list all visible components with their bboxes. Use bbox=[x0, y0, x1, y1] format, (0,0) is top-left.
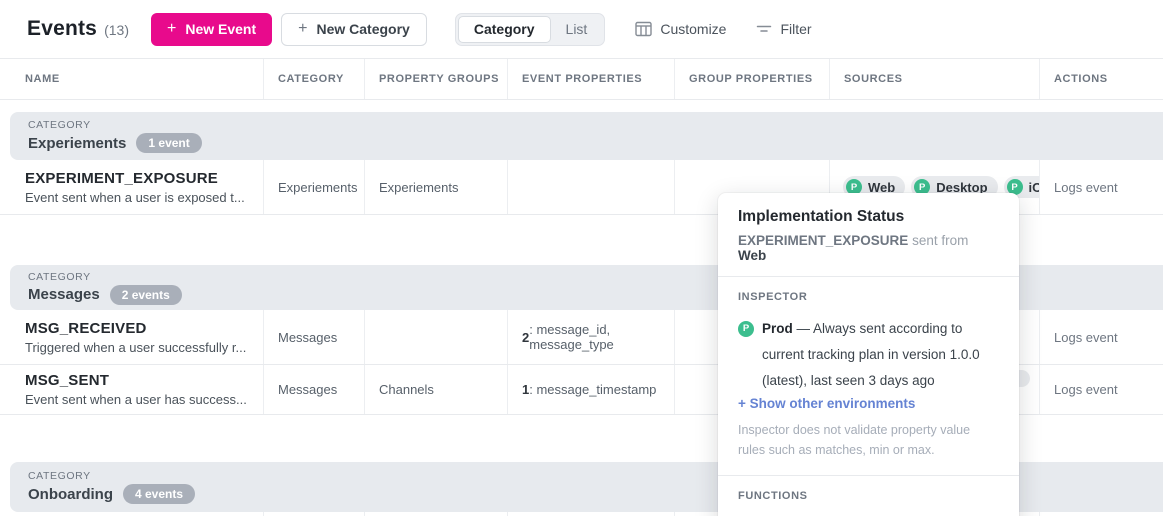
page-title-wrap: Events (13) bbox=[27, 17, 129, 41]
column-header-actions: ACTIONS bbox=[1040, 59, 1163, 99]
event-name: EXPERIMENT_EXPOSURE bbox=[25, 170, 218, 187]
new-category-button[interactable]: + New Category bbox=[281, 13, 427, 46]
new-event-button[interactable]: + New Event bbox=[151, 13, 272, 46]
actions-cell: Logs event bbox=[1040, 365, 1163, 414]
implementation-status-popover: Implementation Status EXPERIMENT_EXPOSUR… bbox=[718, 193, 1019, 516]
plus-icon: + bbox=[298, 21, 307, 37]
property-groups-cell: Channels bbox=[365, 365, 508, 414]
prod-status-icon: P bbox=[738, 321, 754, 337]
inspector-label: INSPECTOR bbox=[738, 291, 999, 303]
popover-header: Implementation Status EXPERIMENT_EXPOSUR… bbox=[718, 193, 1019, 277]
category-name: Messages bbox=[28, 286, 100, 303]
event-properties-cell: 1: message_timestamp bbox=[508, 365, 675, 414]
column-header-property-groups: PROPERTY GROUPS bbox=[365, 59, 508, 99]
filter-button[interactable]: Filter bbox=[756, 21, 811, 37]
table-header: NAME CATEGORY PROPERTY GROUPS EVENT PROP… bbox=[0, 58, 1163, 100]
customize-label: Customize bbox=[660, 21, 726, 37]
actions-cell: Logs event bbox=[1040, 310, 1163, 364]
topbar: Events (13) + New Event + New Category C… bbox=[0, 0, 1163, 58]
customize-button[interactable]: Customize bbox=[635, 21, 726, 37]
functions-label: FUNCTIONS bbox=[738, 490, 999, 502]
event-name-cell: MSG_RECEIVED Triggered when a user succe… bbox=[0, 310, 264, 364]
functions-section: FUNCTIONS ? Dev — Not implemented with A… bbox=[718, 476, 1019, 516]
inspector-section: INSPECTOR P Prod — Always sent according… bbox=[718, 277, 1019, 475]
inspector-prod-status: P Prod — Always sent according to curren… bbox=[738, 316, 999, 394]
event-name: MSG_RECEIVED bbox=[25, 320, 147, 337]
event-count-badge: 4 events bbox=[123, 484, 195, 504]
popover-event-name: EXPERIMENT_EXPOSURE bbox=[738, 233, 908, 248]
filter-label: Filter bbox=[780, 21, 811, 37]
events-count: (13) bbox=[104, 22, 129, 38]
category-cell: Messages bbox=[264, 310, 365, 364]
category-cell: Experiements bbox=[264, 160, 365, 214]
inspector-status-text: Prod — Always sent according to current … bbox=[762, 316, 999, 394]
category-label: CATEGORY bbox=[28, 119, 1163, 131]
event-name-cell: EXPERIMENT_EXPOSURE Event sent when a us… bbox=[0, 160, 264, 214]
show-other-environments-link[interactable]: + Show other environments bbox=[738, 396, 999, 411]
column-header-group-properties: GROUP PROPERTIES bbox=[675, 59, 830, 99]
popover-title: Implementation Status bbox=[738, 208, 999, 226]
view-toggle: Category List bbox=[455, 13, 605, 46]
event-description: Event sent when a user has success... bbox=[25, 392, 247, 407]
category-name: Experiements bbox=[28, 135, 126, 152]
category-cell: Messages bbox=[264, 365, 365, 414]
view-toggle-list[interactable]: List bbox=[551, 16, 603, 43]
popover-subtitle: EXPERIMENT_EXPOSURE sent from Web bbox=[738, 233, 999, 263]
event-count-badge: 2 events bbox=[110, 285, 182, 305]
property-groups-cell bbox=[365, 310, 508, 364]
page-title: Events bbox=[27, 17, 97, 41]
view-toggle-category[interactable]: Category bbox=[458, 16, 551, 43]
column-header-sources: SOURCES bbox=[830, 59, 1040, 99]
event-count-badge: 1 event bbox=[136, 133, 201, 153]
event-description: Event sent when a user is exposed t... bbox=[25, 190, 245, 205]
new-category-label: New Category bbox=[316, 21, 409, 37]
column-header-category: CATEGORY bbox=[264, 59, 365, 99]
event-name-cell: MSG_SENT Event sent when a user has succ… bbox=[0, 365, 264, 414]
category-band-experiements: CATEGORY Experiements 1 event bbox=[10, 112, 1163, 160]
column-header-event-properties: EVENT PROPERTIES bbox=[508, 59, 675, 99]
property-groups-cell: Experiements bbox=[365, 160, 508, 214]
event-name: MSG_SENT bbox=[25, 372, 109, 389]
event-properties-cell bbox=[508, 160, 675, 214]
events-page: Events (13) + New Event + New Category C… bbox=[0, 0, 1163, 516]
event-description: Triggered when a user successfully r... bbox=[25, 340, 246, 355]
category-name: Onboarding bbox=[28, 486, 113, 503]
new-event-label: New Event bbox=[185, 21, 256, 37]
columns-icon bbox=[635, 21, 652, 37]
popover-source-name: Web bbox=[738, 248, 766, 263]
plus-icon: + bbox=[167, 21, 176, 37]
event-properties-cell: 2: message_id, message_type bbox=[508, 310, 675, 364]
column-header-name: NAME bbox=[0, 59, 264, 99]
actions-cell: Logs event bbox=[1040, 160, 1163, 214]
filter-lines-icon bbox=[756, 22, 772, 36]
inspector-disclaimer: Inspector does not validate property val… bbox=[738, 420, 999, 460]
